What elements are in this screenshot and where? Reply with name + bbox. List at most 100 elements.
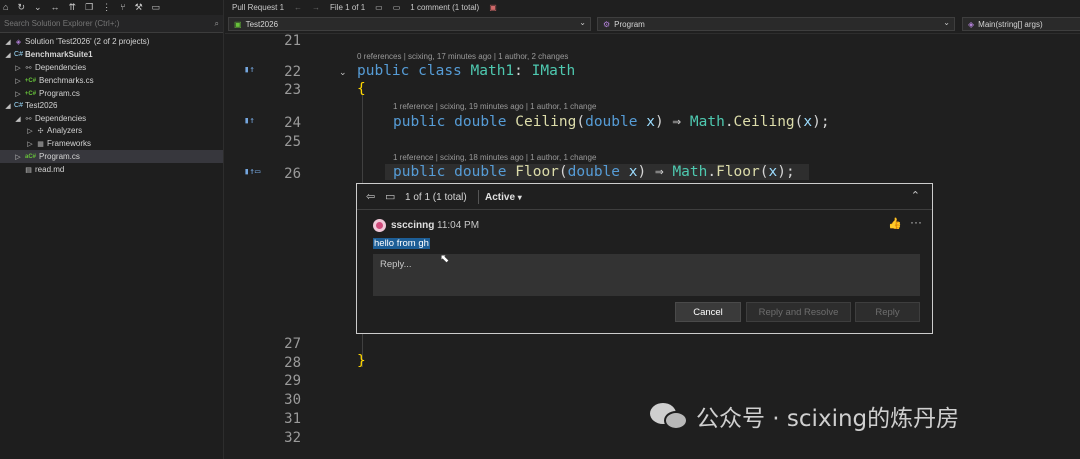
project-dropdown-value: Test2026 (245, 19, 279, 29)
pull-request-title[interactable]: Pull Request 1 (232, 3, 284, 12)
collapse-arrow-icon[interactable]: ◢ (4, 51, 12, 59)
tree-item-label: Frameworks (47, 139, 92, 148)
method-icon: ◈ (968, 19, 975, 29)
tree-item-read-md[interactable]: ▤ read.md (0, 163, 223, 176)
collapse-arrow-icon[interactable]: ◢ (4, 102, 12, 110)
collapse-arrow-icon[interactable]: ◢ (14, 115, 22, 123)
line-number: 28 (284, 355, 301, 371)
next-comment-icon[interactable]: ▭ (385, 190, 395, 203)
analyzers-icon: ✣ (37, 127, 44, 135)
code-line-ceiling: public double Ceiling(double x) ⇒ Math.C… (393, 114, 830, 130)
properties-icon[interactable]: ⚒ (135, 1, 143, 13)
tree-item-label: Test2026 (25, 101, 58, 110)
tree-item-solution[interactable]: ◢ ◈ Solution 'Test2026' (2 of 2 projects… (0, 35, 223, 48)
search-icon[interactable]: ⌕ (215, 19, 219, 29)
code-close-brace: } (357, 353, 366, 369)
solution-explorer-toolbar: ⌂ ↻ ⌄ ↔ ⇈ ❐ ⋮ ⑂ ⚒ ▭ (0, 0, 223, 14)
next-arrow-icon[interactable]: → (312, 3, 320, 12)
chevron-down-icon: ⌄ (943, 18, 950, 27)
tree-item-label: BenchmarkSuite1 (25, 50, 93, 59)
line-number: 29 (284, 373, 301, 389)
line-number: 21 (284, 33, 301, 49)
previous-arrow-icon[interactable]: ← (294, 3, 302, 12)
codelens-floor[interactable]: 1 reference | scixing, 18 minutes ago | … (393, 153, 596, 162)
comment-body: hello from gh (373, 238, 430, 249)
chevron-up-icon[interactable]: ⌃ (911, 189, 920, 202)
comment-thread-header: ⇦ ▭ 1 of 1 (1 total) Active ▾ ⌃ (357, 184, 932, 210)
dependencies-icon: ⚯ (25, 64, 32, 72)
expand-arrow-icon[interactable]: ▷ (14, 77, 22, 85)
fold-chevron-icon[interactable]: ⌄ (339, 67, 347, 78)
code-open-brace: { (357, 81, 366, 97)
cancel-button[interactable]: Cancel (675, 302, 741, 322)
tree-item-benchmarks-cs[interactable]: ▷ +C# Benchmarks.cs (0, 74, 223, 87)
comment-time: 11:04 PM (437, 220, 480, 231)
previous-comment-icon[interactable]: ▭ (375, 3, 383, 12)
switch-views-icon[interactable]: ↔ (51, 1, 60, 13)
tree-item-program-cs-selected[interactable]: ▷ aC# Program.cs (0, 150, 223, 163)
line-number: 31 (284, 411, 301, 427)
implementation-icon[interactable]: ▮↑ (244, 65, 255, 75)
csharp-file-icon: +C# (24, 90, 37, 97)
code-line-class-declaration: public class Math1: IMath (357, 63, 576, 79)
more-options-icon[interactable]: ··· (910, 215, 922, 229)
collapse-all-icon[interactable]: ⇈ (69, 1, 77, 13)
line-number: 27 (284, 336, 301, 352)
solution-explorer: ⌂ ↻ ⌄ ↔ ⇈ ❐ ⋮ ⑂ ⚒ ▭ ⌕ ◢ ◈ Solution 'Test… (0, 0, 224, 459)
expand-arrow-icon[interactable]: ▷ (26, 140, 34, 148)
thread-status-dropdown[interactable]: Active ▾ (485, 192, 522, 203)
csharp-file-icon: +C# (24, 77, 37, 84)
line-number: 23 (284, 82, 301, 98)
tree-item-label: Dependencies (35, 63, 87, 72)
solution-search-input[interactable] (4, 19, 184, 28)
reply-button[interactable]: Reply (855, 302, 920, 322)
line-number: 26 (284, 166, 301, 182)
pending-changes-icon[interactable]: ⋮ (102, 1, 111, 13)
implementation-icon[interactable]: ▮↑ (244, 116, 255, 126)
solution-search-bar: ⌕ (0, 15, 223, 33)
solution-icon: ◈ (15, 38, 22, 46)
expand-arrow-icon[interactable]: ▷ (14, 64, 22, 72)
csharp-project-icon: C# (14, 51, 23, 58)
frameworks-icon: ▦ (37, 140, 44, 148)
csharp-project-icon: ▣ (234, 19, 242, 29)
next-comment-icon[interactable]: ▭ (393, 3, 401, 12)
member-dropdown[interactable]: ◈ Main(string[] args) (962, 17, 1080, 31)
collapse-arrow-icon[interactable]: ◢ (4, 38, 12, 46)
watermark-text: 公众号 · scixing的炼丹房 (696, 406, 960, 432)
mouse-cursor-icon: ⬉ (440, 253, 450, 265)
tree-item-test2026[interactable]: ◢ C# Test2026 (0, 99, 223, 112)
copy-icon[interactable]: ❐ (85, 1, 93, 13)
class-dropdown[interactable]: ⚙ Program ⌄ (597, 17, 955, 31)
codelens-ceiling[interactable]: 1 reference | scixing, 19 minutes ago | … (393, 102, 596, 111)
line-number: 24 (284, 115, 301, 131)
comment-count: 1 comment (1 total) (410, 2, 480, 12)
previous-comment-icon[interactable]: ⇦ (366, 190, 375, 203)
thumbs-up-icon[interactable]: 👍 (888, 217, 902, 230)
expand-arrow-icon[interactable]: ▷ (14, 90, 22, 98)
project-dropdown[interactable]: ▣ Test2026 ⌄ (228, 17, 591, 31)
expand-arrow-icon[interactable]: ▷ (14, 153, 22, 161)
csharp-file-icon: aC# (24, 153, 36, 160)
home-icon[interactable]: ⌂ (3, 1, 8, 13)
chevron-down-icon[interactable]: ⌄ (34, 1, 42, 13)
preview-icon[interactable]: ▭ (152, 1, 161, 13)
tree-item-benchmarksuite1[interactable]: ◢ C# BenchmarkSuite1 (0, 48, 223, 61)
reply-and-resolve-button[interactable]: Reply and Resolve (746, 302, 851, 322)
navigation-bar: ▣ Test2026 ⌄ ⚙ Program ⌄ ◈ Main(string[]… (225, 14, 1080, 34)
tree-item-frameworks[interactable]: ▷ ▦ Frameworks (0, 137, 223, 150)
expand-arrow-icon[interactable]: ▷ (26, 127, 34, 135)
reply-input[interactable] (373, 254, 920, 296)
tree-item-analyzers[interactable]: ▷ ✣ Analyzers (0, 124, 223, 137)
line-number: 25 (284, 134, 301, 150)
avatar (373, 219, 386, 232)
pull-request-icon[interactable]: ▣ (489, 3, 497, 12)
sync-icon[interactable]: ↻ (17, 1, 25, 13)
filter-icon[interactable]: ⑂ (120, 1, 125, 13)
chevron-down-icon: ⌄ (579, 18, 586, 27)
dependencies-icon: ⚯ (25, 115, 32, 123)
header-divider (478, 190, 479, 204)
tree-item-dependencies[interactable]: ▷ ⚯ Dependencies (0, 61, 223, 74)
tree-item-label: Solution 'Test2026' (2 of 2 projects) (25, 37, 150, 46)
codelens-class[interactable]: 0 references | scixing, 17 minutes ago |… (357, 52, 568, 61)
